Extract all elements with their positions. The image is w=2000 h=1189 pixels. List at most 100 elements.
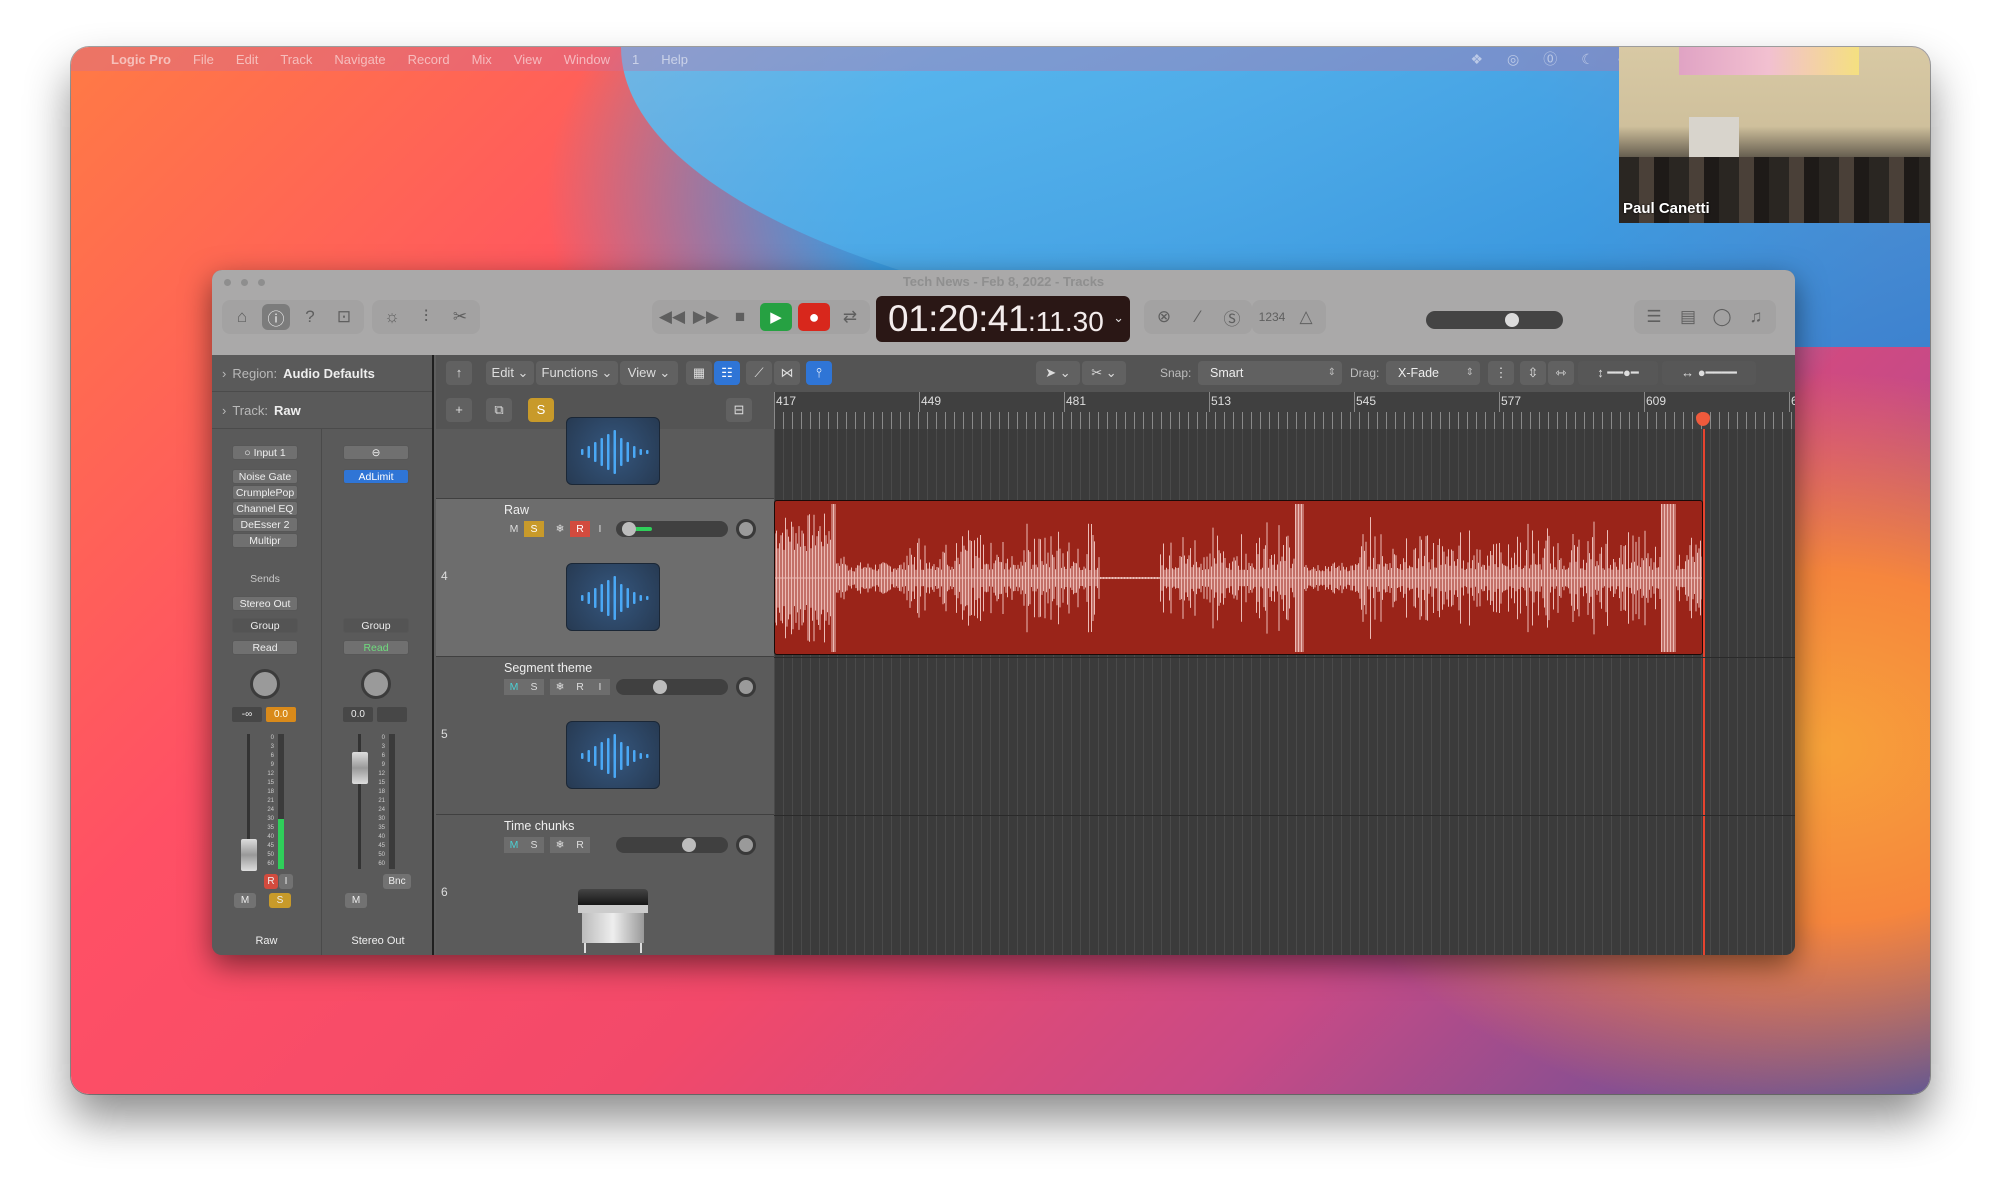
record-enable-button[interactable]: R: [570, 679, 590, 695]
freeze-button[interactable]: ❄: [550, 521, 570, 537]
track-name[interactable]: Raw: [504, 503, 529, 517]
mute-button[interactable]: M: [504, 837, 524, 853]
track-volume-slider[interactable]: [616, 837, 728, 853]
menu-view[interactable]: View: [514, 52, 542, 67]
plugin-slot[interactable]: Multipr: [232, 533, 298, 548]
count-in-button[interactable]: 1234: [1258, 304, 1286, 330]
video-overlay[interactable]: Paul Canetti: [1619, 47, 1930, 223]
track-header[interactable]: 4 Raw M S ❄ R I: [436, 499, 774, 657]
track-volume-knob[interactable]: [653, 680, 668, 694]
input-monitor-button[interactable]: I: [279, 874, 293, 889]
track-header[interactable]: 6 Time chunks M S ❄ R: [436, 815, 774, 955]
cycle-button[interactable]: ⇄: [836, 304, 864, 330]
input-monitor-button[interactable]: I: [590, 679, 610, 695]
track-inspector-header[interactable]: › Track: Raw: [212, 392, 432, 429]
horizontal-zoom-slider[interactable]: ↔ ●━━━━: [1662, 361, 1756, 385]
smart-controls-icon[interactable]: ☼: [378, 304, 406, 330]
playhead[interactable]: [1702, 429, 1705, 955]
toolbar-icon[interactable]: ⊡: [330, 304, 358, 330]
record-enable-button[interactable]: R: [570, 837, 590, 853]
play-button[interactable]: ▶: [760, 303, 792, 331]
solo-button[interactable]: S: [269, 893, 291, 908]
solo-button[interactable]: S: [524, 521, 544, 537]
link-icon[interactable]: ⊖: [343, 445, 409, 460]
track-name[interactable]: Segment theme: [504, 661, 592, 675]
menu-track[interactable]: Track: [280, 52, 312, 67]
metronome-icon[interactable]: △: [1292, 304, 1320, 330]
pan-knob[interactable]: [361, 669, 391, 699]
tuner-icon[interactable]: ⁄: [1184, 304, 1212, 330]
add-track-button[interactable]: +: [446, 398, 472, 422]
track-volume-knob[interactable]: [621, 522, 636, 536]
record-enable-button[interactable]: R: [570, 521, 590, 537]
track-volume-knob[interactable]: [682, 838, 697, 852]
up-arrow-icon[interactable]: ↑: [446, 361, 472, 385]
flex-icon[interactable]: ⋈: [774, 361, 800, 385]
pointer-tool-menu[interactable]: ➤ ⌄: [1036, 361, 1080, 385]
scissors-tool-menu[interactable]: ✂ ⌄: [1082, 361, 1126, 385]
quick-help-icon[interactable]: ?: [296, 304, 324, 330]
menu-app-name[interactable]: Logic Pro: [111, 52, 171, 67]
functions-menu[interactable]: Functions ⌄: [536, 361, 618, 385]
group-slot[interactable]: Group: [232, 618, 298, 633]
input-monitor-button[interactable]: I: [590, 521, 610, 537]
replace-icon[interactable]: ⊗: [1150, 304, 1178, 330]
view-menu[interactable]: View ⌄: [620, 361, 678, 385]
editors-scissors-icon[interactable]: ✂: [446, 304, 474, 330]
menu-help[interactable]: Help: [661, 52, 688, 67]
library-icon[interactable]: ⌂: [228, 304, 256, 330]
list-editors-icon[interactable]: ☰: [1640, 304, 1668, 330]
collapse-icon[interactable]: ⊟: [726, 398, 752, 422]
mute-button[interactable]: M: [234, 893, 256, 908]
horizontal-fit-icon[interactable]: ⇿: [1548, 361, 1574, 385]
menu-window[interactable]: Window: [564, 52, 610, 67]
grid-view-icon[interactable]: ▦: [686, 361, 712, 385]
snap-select[interactable]: Smart ⇕: [1198, 361, 1342, 385]
menu-1[interactable]: 1: [632, 52, 639, 67]
mute-button[interactable]: M: [504, 521, 524, 537]
loop-browser-icon[interactable]: ◯: [1708, 304, 1736, 330]
plugin-slot[interactable]: CrumplePop: [232, 485, 298, 500]
chevron-down-icon[interactable]: ⌄: [1113, 310, 1124, 326]
edit-menu[interactable]: Edit ⌄: [486, 361, 534, 385]
automation-mode[interactable]: Read: [343, 640, 409, 655]
track-volume-slider[interactable]: [616, 679, 728, 695]
track-pan-knob[interactable]: [736, 677, 756, 697]
lcd-display[interactable]: 01:20:41 :11.30 ⌄: [876, 296, 1130, 342]
list-view-icon[interactable]: ☷: [714, 361, 740, 385]
bar-ruler[interactable]: 417 449 481 513 545 577 609 6: [774, 392, 1795, 429]
track-pan-knob[interactable]: [736, 835, 756, 855]
automation-mode[interactable]: Read: [232, 640, 298, 655]
menu-file[interactable]: File: [193, 52, 214, 67]
solo-button[interactable]: S: [524, 837, 544, 853]
region-inspector-header[interactable]: › Region: Audio Defaults: [212, 355, 432, 392]
track-name[interactable]: Time chunks: [504, 819, 574, 833]
freeze-button[interactable]: ❄: [550, 679, 570, 695]
track-header[interactable]: 5 Segment theme M S ❄ R I: [436, 657, 774, 815]
vertical-fit-icon[interactable]: ⇳: [1520, 361, 1546, 385]
note-pad-icon[interactable]: ▤: [1674, 304, 1702, 330]
inspector-icon[interactable]: ⓘ: [262, 304, 290, 330]
menu-mix[interactable]: Mix: [472, 52, 492, 67]
plugin-slot[interactable]: DeEsser 2: [232, 517, 298, 532]
output-slot[interactable]: Stereo Out: [232, 596, 298, 611]
onepassword-icon[interactable]: ⓪: [1543, 49, 1557, 69]
mute-button[interactable]: M: [504, 679, 524, 695]
global-solo-button[interactable]: S: [528, 398, 554, 422]
bounce-button[interactable]: Bnc: [383, 874, 411, 889]
fast-forward-button[interactable]: ▶▶: [692, 304, 720, 330]
rewind-button[interactable]: ◀◀: [658, 304, 686, 330]
automation-icon[interactable]: ⟋: [746, 361, 772, 385]
browsers-icon[interactable]: ♫: [1742, 304, 1770, 330]
mixer-icon[interactable]: ⫶: [412, 304, 440, 330]
catch-playhead-icon[interactable]: ⫯: [806, 361, 832, 385]
volume-fader[interactable]: [352, 752, 368, 784]
volume-fader[interactable]: [241, 839, 257, 871]
arrange-area[interactable]: [774, 429, 1795, 955]
group-slot[interactable]: Group: [343, 618, 409, 633]
menu-record[interactable]: Record: [408, 52, 450, 67]
mute-button[interactable]: M: [345, 893, 367, 908]
audio-region-raw[interactable]: [774, 500, 1703, 655]
vertical-zoom-slider[interactable]: ↕ ━━●━: [1578, 361, 1658, 385]
duplicate-track-button[interactable]: ⧉: [486, 398, 512, 422]
